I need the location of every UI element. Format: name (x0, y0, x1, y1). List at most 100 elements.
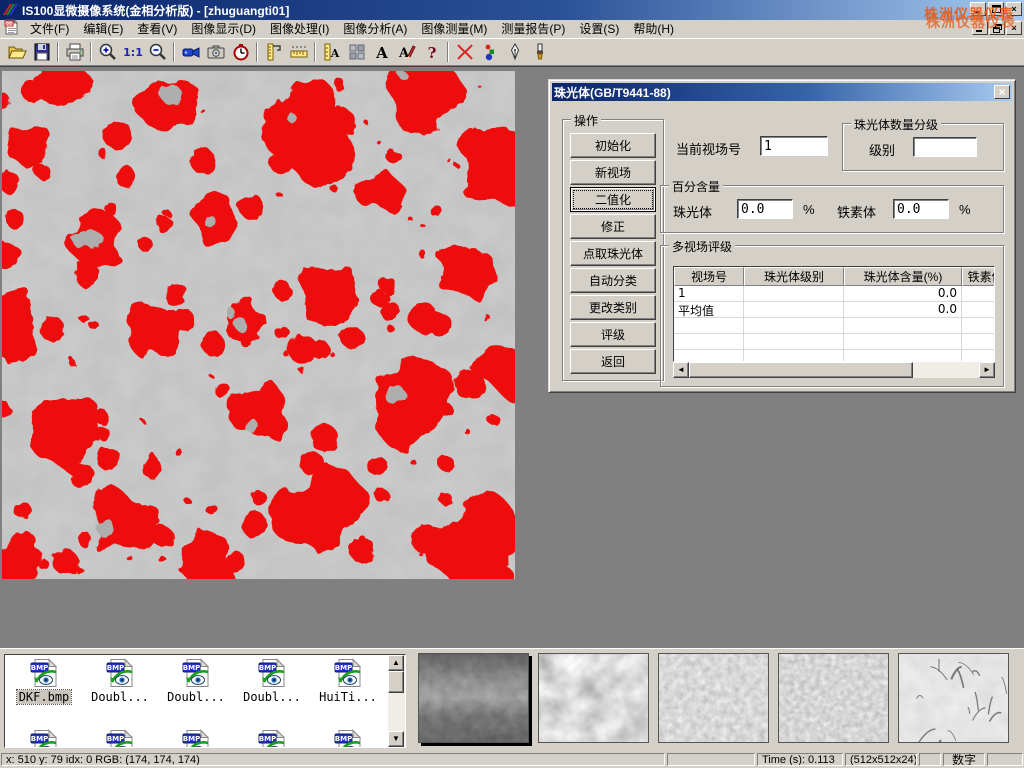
app-icon (2, 2, 18, 19)
level-input[interactable] (913, 137, 977, 157)
dialog-title-bar[interactable]: 珠光体(GB/T9441-88) × (552, 83, 1012, 101)
scroll-up-icon[interactable]: ▲ (388, 655, 404, 671)
actual-size-icon[interactable]: 1:1 (120, 40, 145, 64)
file-name[interactable]: Doubl... (241, 690, 303, 704)
op-button-2[interactable]: 二值化 (570, 187, 656, 212)
menu-item-1[interactable]: 编辑(E) (76, 21, 130, 37)
hscroll-thumb[interactable] (689, 362, 913, 378)
op-button-5[interactable]: 自动分类 (570, 268, 656, 293)
file-item-row2-2[interactable]: BMP (159, 729, 233, 748)
op-button-6[interactable]: 更改类别 (570, 295, 656, 320)
file-item-row2-0[interactable]: BMP (7, 729, 81, 748)
menu-item-7[interactable]: 测量报告(P) (494, 21, 572, 37)
brush-icon[interactable] (527, 40, 552, 64)
measure-text-icon[interactable]: A (319, 40, 344, 64)
scroll-down-icon[interactable]: ▼ (388, 731, 404, 747)
minimize-button[interactable] (970, 2, 986, 16)
op-button-7[interactable]: 评级 (570, 322, 656, 347)
table-row[interactable]: 10.0 (674, 286, 994, 302)
menu-item-9[interactable]: 帮助(H) (626, 21, 681, 37)
save-icon[interactable] (29, 40, 54, 64)
video-camera-icon[interactable] (178, 40, 203, 64)
file-item-0[interactable]: BMPDKF.bmp (7, 658, 81, 704)
curve-icon[interactable] (452, 40, 477, 64)
pen-icon[interactable] (502, 40, 527, 64)
file-item-row2-1[interactable]: BMP (83, 729, 157, 748)
open-icon[interactable] (4, 40, 29, 64)
file-item-1[interactable]: BMPDoubl... (83, 658, 157, 704)
menu-item-6[interactable]: 图像测量(M) (414, 21, 494, 37)
current-field-input[interactable] (760, 136, 828, 156)
table-row[interactable] (674, 350, 994, 362)
sample-thumbnail-3[interactable] (778, 653, 889, 743)
mdi-close-icon[interactable]: × (1006, 21, 1022, 35)
help-icon[interactable]: ? (419, 40, 444, 64)
file-name[interactable]: Doubl... (165, 690, 227, 704)
sample-thumbnail-0[interactable] (418, 653, 529, 743)
mdi-restore-button[interactable] (989, 21, 1005, 35)
file-item-row2-4[interactable]: BMP (311, 729, 385, 748)
table-hscrollbar[interactable]: ◄ ► (673, 362, 995, 378)
ferrite-label: 铁素体 (837, 202, 876, 221)
op-button-8[interactable]: 返回 (570, 349, 656, 374)
op-button-4[interactable]: 点取珠光体 (570, 241, 656, 266)
file-item-2[interactable]: BMPDoubl... (159, 658, 233, 704)
op-button-3[interactable]: 修正 (570, 214, 656, 239)
print-icon[interactable] (62, 40, 87, 64)
table-row[interactable]: 平均值0.0 (674, 302, 994, 318)
text-edit-icon[interactable]: A (394, 40, 419, 64)
file-browser[interactable]: BMPDKF.bmpBMPDoubl...BMPDoubl...BMPDoubl… (4, 654, 406, 748)
scroll-left-icon[interactable]: ◄ (673, 362, 689, 378)
file-item-3[interactable]: BMPDoubl... (235, 658, 309, 704)
scroll-right-icon[interactable]: ► (979, 362, 995, 378)
multifield-group: 多视场评级 视场号珠光体级别珠光体含量(%)铁素体含量(%) 10.0平均值0.… (660, 245, 1004, 387)
file-list-scrollbar[interactable]: ▲ ▼ (388, 655, 405, 747)
zoom-out-icon[interactable] (145, 40, 170, 64)
sample-thumbnail-2[interactable] (658, 653, 769, 743)
sample-thumbnail-1[interactable] (538, 653, 649, 743)
op-button-0[interactable]: 初始化 (570, 133, 656, 158)
vscroll-thumb[interactable] (388, 671, 404, 693)
sample-thumbnail-4[interactable] (898, 653, 1009, 743)
table-row[interactable] (674, 318, 994, 334)
file-name[interactable]: DKF.bmp (17, 690, 72, 704)
grid-icon[interactable] (344, 40, 369, 64)
menu-item-8[interactable]: 设置(S) (572, 21, 626, 37)
file-name[interactable]: HuiTi... (317, 690, 379, 704)
color-dots-icon[interactable] (477, 40, 502, 64)
ruler-icon[interactable] (286, 40, 311, 64)
timer-icon[interactable] (228, 40, 253, 64)
svg-text:DOC: DOC (5, 21, 14, 26)
caliper-icon[interactable] (261, 40, 286, 64)
dialog-close-icon[interactable]: × (994, 85, 1010, 99)
table-col-header[interactable]: 珠光体含量(%) (844, 267, 962, 286)
operations-group-label: 操作 (571, 112, 601, 129)
table-col-header[interactable]: 视场号 (674, 267, 744, 286)
table-row[interactable] (674, 334, 994, 350)
menu-item-2[interactable]: 查看(V) (130, 21, 184, 37)
menu-item-3[interactable]: 图像显示(D) (184, 21, 263, 37)
maximize-button[interactable] (988, 2, 1004, 16)
toolbar-separator (447, 42, 449, 62)
menu-item-4[interactable]: 图像处理(I) (263, 21, 336, 37)
window-title: IS100显微摄像系统(金相分析版) - [zhuguangti01] (22, 2, 289, 19)
zoom-in-icon[interactable] (95, 40, 120, 64)
file-item-4[interactable]: BMPHuiTi... (311, 658, 385, 704)
mdi-minimize-button[interactable] (972, 21, 988, 35)
menu-item-0[interactable]: 文件(F) (23, 21, 76, 37)
photo-camera-icon[interactable] (203, 40, 228, 64)
op-button-1[interactable]: 新视场 (570, 160, 656, 185)
metallographic-image[interactable] (2, 71, 515, 579)
ferrite-percent-input[interactable] (893, 199, 949, 219)
text-icon[interactable]: A (369, 40, 394, 64)
file-name[interactable]: Doubl... (89, 690, 151, 704)
file-item-row2-3[interactable]: BMP (235, 729, 309, 748)
close-icon[interactable]: × (1006, 2, 1022, 16)
pearlite-percent-input[interactable] (737, 199, 793, 219)
menu-item-5[interactable]: 图像分析(A) (336, 21, 414, 37)
dialog-title: 珠光体(GB/T9441-88) (554, 84, 671, 101)
table-col-header[interactable]: 珠光体级别 (744, 267, 844, 286)
rating-table[interactable]: 视场号珠光体级别珠光体含量(%)铁素体含量(%) 10.0平均值0.0 (673, 266, 995, 362)
toolbar-separator (256, 42, 258, 62)
table-col-header[interactable]: 铁素体含量(%) (962, 267, 995, 286)
